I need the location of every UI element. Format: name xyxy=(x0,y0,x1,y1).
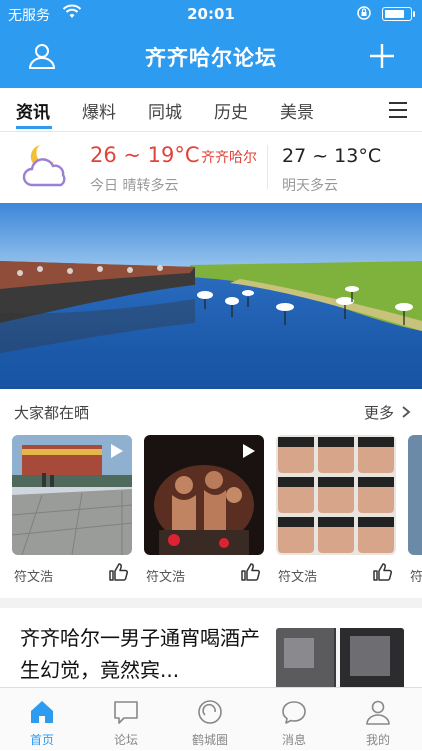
moon-cloud-icon xyxy=(22,145,66,187)
play-icon xyxy=(243,444,255,458)
rotation-lock-icon xyxy=(357,6,371,20)
news-item[interactable]: 齐齐哈尔一男子通宵喝酒产生幻觉，竟然宾... xyxy=(0,608,422,692)
share-card[interactable]: 符 xyxy=(408,433,422,593)
message-icon xyxy=(282,701,306,724)
thumbs-up-icon[interactable] xyxy=(108,562,128,582)
tab-label: 我的 xyxy=(365,733,390,747)
card-author: 符文浩 xyxy=(146,570,186,585)
card-image[interactable] xyxy=(276,435,396,555)
play-icon xyxy=(111,444,123,458)
category-tabs: 资讯 爆料 同城 历史 美景 xyxy=(0,88,422,132)
share-card[interactable]: 符文浩 xyxy=(144,433,264,593)
share-card[interactable]: 符文浩 xyxy=(276,433,396,593)
add-icon[interactable] xyxy=(366,40,398,72)
weather-divider xyxy=(267,145,268,189)
tab-home[interactable]: 首页 xyxy=(0,688,84,751)
tab-label: 鹤城圈 xyxy=(191,733,228,747)
tab-mine[interactable]: 我的 xyxy=(336,688,420,751)
battery-icon xyxy=(382,7,415,21)
share-cards: 符文浩 符文浩 符文浩 符 xyxy=(0,433,422,593)
banner-image[interactable] xyxy=(0,203,422,389)
card-image[interactable] xyxy=(12,435,132,555)
share-section-header: 大家都在晒 更多 xyxy=(0,396,422,426)
share-section-title: 大家都在晒 xyxy=(14,404,90,422)
weather-panel[interactable]: 26 ~ 19°C 齐齐哈尔 今日 晴转多云 27 ~ 13°C 明天多云 xyxy=(0,133,422,203)
tab-local[interactable]: 同城 xyxy=(148,98,182,123)
tab-label: 首页 xyxy=(29,733,54,747)
circle-icon xyxy=(198,700,222,724)
card-image[interactable] xyxy=(144,435,264,555)
today-temperature: 26 ~ 19°C xyxy=(90,143,200,167)
tab-messages[interactable]: 消息 xyxy=(252,688,336,751)
bottom-tab-bar: 首页 论坛 鹤城圈 消息 我的 xyxy=(0,687,422,750)
today-description: 今日 晴转多云 xyxy=(90,178,179,194)
tab-crane-city-circle[interactable]: 鹤城圈 xyxy=(168,688,252,751)
tab-scenery[interactable]: 美景 xyxy=(280,98,314,123)
forum-icon xyxy=(114,701,138,724)
page-title: 齐齐哈尔论坛 xyxy=(145,46,277,70)
thumbs-up-icon[interactable] xyxy=(240,562,260,582)
nav-bar: 齐齐哈尔论坛 xyxy=(0,28,422,88)
news-thumbnail[interactable] xyxy=(276,628,404,692)
news-headline[interactable]: 齐齐哈尔一男子通宵喝酒产生幻觉，竟然宾... xyxy=(20,622,260,686)
active-tab-indicator xyxy=(16,126,52,129)
top-header: 无服务 20:01 齐齐哈尔论坛 xyxy=(0,0,422,88)
chevron-right-icon[interactable] xyxy=(400,405,412,419)
thumbs-up-icon[interactable] xyxy=(372,562,392,582)
tomorrow-temperature: 27 ~ 13°C xyxy=(282,145,382,167)
tab-tips[interactable]: 爆料 xyxy=(82,98,116,123)
menu-icon[interactable] xyxy=(388,101,408,119)
tab-history[interactable]: 历史 xyxy=(214,98,248,123)
tab-news[interactable]: 资讯 xyxy=(16,98,50,123)
card-author: 符文浩 xyxy=(14,570,54,585)
card-author: 符 xyxy=(410,570,422,585)
section-divider xyxy=(0,598,422,608)
tab-label: 论坛 xyxy=(113,733,138,747)
tab-forum[interactable]: 论坛 xyxy=(84,688,168,751)
tab-label: 消息 xyxy=(281,733,306,747)
profile-icon xyxy=(366,700,390,725)
card-author: 符文浩 xyxy=(278,570,318,585)
more-link[interactable]: 更多 xyxy=(364,402,394,423)
city-name: 齐齐哈尔 xyxy=(201,150,257,166)
status-bar: 无服务 20:01 xyxy=(0,0,422,28)
home-icon xyxy=(31,701,53,723)
tomorrow-description: 明天多云 xyxy=(282,178,338,194)
share-card[interactable]: 符文浩 xyxy=(12,433,132,593)
card-image[interactable] xyxy=(408,435,422,555)
